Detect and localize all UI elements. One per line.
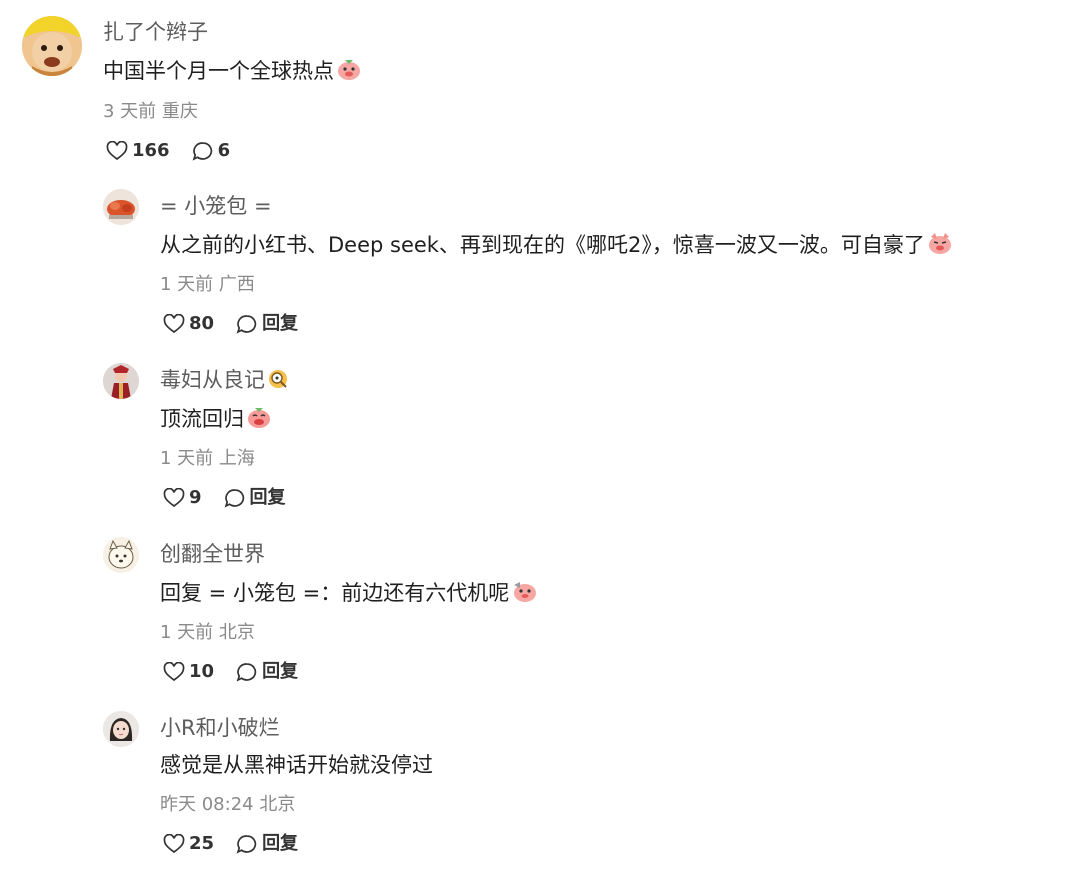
- comment-author[interactable]: 小R和小破烂: [160, 714, 280, 742]
- comment-meta: 昨天 08:24 北京: [160, 794, 296, 815]
- comment-item: 扎了个辫子 中国半个月一个全球热点 3 天前 重庆 166 6: [0, 0, 1080, 175]
- reply-count: 6: [217, 140, 231, 161]
- comment-text: 从之前的小红书、Deep seek、再到现在的《哪吒2》，惊喜一波又一波。可自豪…: [160, 230, 953, 263]
- heart-icon: [106, 141, 128, 161]
- comment-text: 顶流回归: [160, 404, 272, 437]
- comment-author[interactable]: 毒妇从良记: [160, 366, 291, 397]
- avatar[interactable]: [103, 537, 139, 573]
- heart-icon: [163, 314, 185, 334]
- comment-author-name: 毒妇从良记: [160, 368, 265, 392]
- reply-label: 回复: [249, 487, 286, 508]
- comment-item: 创翻全世界 回复 = 小笼包 =：前边还有六代机呢 1 天前 北京 10 回复: [0, 523, 1080, 697]
- like-count: 10: [189, 661, 215, 682]
- comment-meta: 1 天前 北京: [160, 622, 255, 643]
- comment-author[interactable]: 创翻全世界: [160, 540, 265, 568]
- comment-text: 感觉是从黑神话开始就没停过: [160, 753, 433, 777]
- comment-bubble-icon: [236, 314, 258, 334]
- comment-actions: 80 回复: [163, 312, 298, 336]
- comment-item: = 小笼包 = 从之前的小红书、Deep seek、再到现在的《哪吒2》，惊喜一…: [0, 175, 1080, 349]
- reply-label: 回复: [262, 313, 299, 334]
- heart-icon: [163, 834, 185, 854]
- magnifier-face-emoji: [267, 368, 291, 397]
- pig-laugh-emoji: [246, 405, 272, 437]
- heart-icon: [163, 488, 185, 508]
- like-count: 80: [189, 313, 215, 334]
- comment-bubble-icon: [224, 488, 246, 508]
- like-button[interactable]: 9: [163, 486, 202, 510]
- like-button[interactable]: 10: [163, 660, 214, 684]
- comment-text-content: 回复 = 小笼包 =：前边还有六代机呢: [160, 581, 510, 605]
- comment-bubble-icon: [192, 141, 214, 161]
- reply-label: 回复: [262, 661, 299, 682]
- reply-label: 回复: [262, 833, 299, 854]
- avatar[interactable]: [103, 189, 139, 225]
- comment-author[interactable]: = 小笼包 =: [160, 192, 272, 220]
- comment-meta: 1 天前 广西: [160, 274, 255, 295]
- comment-text: 中国半个月一个全球热点: [103, 56, 362, 89]
- reply-button[interactable]: 6: [192, 139, 231, 163]
- like-button[interactable]: 80: [163, 312, 214, 336]
- comment-text-content: 从之前的小红书、Deep seek、再到现在的《哪吒2》，惊喜一波又一波。可自豪…: [160, 233, 925, 257]
- reply-button[interactable]: 回复: [236, 312, 298, 336]
- reply-button[interactable]: 回复: [236, 660, 298, 684]
- like-button[interactable]: 166: [106, 139, 170, 163]
- like-count: 9: [189, 487, 202, 508]
- comment-actions: 9 回复: [163, 486, 286, 510]
- avatar[interactable]: [103, 711, 139, 747]
- heart-icon: [163, 662, 185, 682]
- avatar[interactable]: [22, 16, 82, 76]
- comment-text-content: 顶流回归: [160, 407, 244, 431]
- comment-actions: 10 回复: [163, 660, 298, 684]
- comment-meta: 3 天前 重庆: [103, 101, 198, 122]
- comment-meta: 1 天前 上海: [160, 448, 255, 469]
- comment-text: 回复 = 小笼包 =：前边还有六代机呢: [160, 578, 537, 611]
- avatar[interactable]: [103, 363, 139, 399]
- comment-author[interactable]: 扎了个辫子: [103, 18, 208, 46]
- comment-item: 毒妇从良记 顶流回归 1 天前 上海 9 回复: [0, 349, 1080, 523]
- comment-item: 小R和小破烂 感觉是从黑神话开始就没停过 昨天 08:24 北京 25 回复: [0, 697, 1080, 873]
- comment-actions: 25 回复: [163, 832, 298, 856]
- comment-actions: 166 6: [106, 139, 230, 163]
- reply-button[interactable]: 回复: [236, 832, 298, 856]
- pig-laugh-emoji: [336, 57, 362, 89]
- reply-button[interactable]: 回复: [224, 486, 286, 510]
- comment-bubble-icon: [236, 834, 258, 854]
- pig-thinking-emoji: [511, 579, 537, 611]
- like-count: 166: [132, 140, 170, 161]
- comment-bubble-icon: [236, 662, 258, 682]
- comment-text-content: 中国半个月一个全球热点: [103, 59, 334, 83]
- like-button[interactable]: 25: [163, 832, 214, 856]
- like-count: 25: [189, 833, 215, 854]
- pig-proud-emoji: [927, 231, 953, 263]
